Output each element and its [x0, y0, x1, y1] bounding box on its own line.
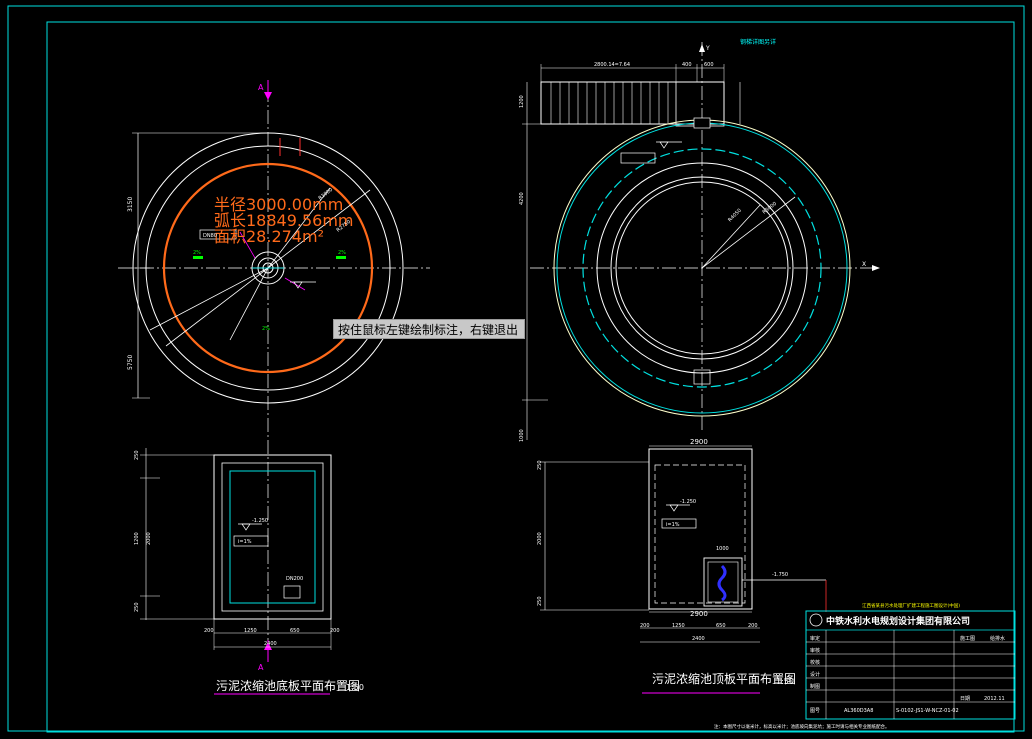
area-readout: 面积28.274m² — [214, 227, 324, 246]
right-tank-scale: 1:50 — [776, 677, 794, 686]
right-tank-dim-side-1: 250 — [537, 460, 543, 470]
right-tank-bottom-width: 2900 — [690, 610, 708, 618]
row-label-4: 设计 — [810, 671, 820, 678]
dim-600: 600 — [704, 62, 714, 68]
drawing-no-label: 图号 — [810, 708, 820, 714]
right-tank-dim-side-2: 2000 — [537, 532, 543, 545]
left-tank-dim-bottom-4: 200 — [330, 628, 340, 634]
company-name: 中铁水利水电规划设计集团有限公司 — [826, 615, 970, 627]
right-tank-total-width: 2400 — [692, 636, 705, 642]
right-radius-label-1: R4050 — [727, 208, 743, 224]
left-tank-small-label: DN200 — [286, 576, 303, 582]
dim-1000: 1000 — [519, 429, 525, 442]
stage-field: 施工图 — [960, 635, 975, 642]
right-plan-view — [522, 42, 880, 440]
slope-down: 2% — [262, 326, 270, 332]
right-tank-plan — [540, 445, 827, 694]
right-tank-dim-bottom-3: 650 — [716, 623, 726, 629]
right-tank-top-width: 2900 — [690, 438, 708, 446]
dim-4200: 4200 — [519, 192, 525, 205]
dim-top-left: 3150 — [127, 197, 134, 212]
right-tank-sump-level: -1.750 — [772, 572, 788, 578]
section-marker-a-top: A — [258, 83, 264, 92]
date-value: 2012.11 — [984, 696, 1005, 702]
right-tank-note: i=1% — [666, 522, 680, 528]
left-tank-marker-a: A — [258, 663, 264, 672]
right-tank-caption: 污泥浓缩池顶板平面布置图 — [652, 671, 796, 686]
cad-drawing-canvas[interactable]: A 半径3000.00mm 弧长18849.56mm 面积28.274m² 31… — [0, 0, 1032, 739]
date-label: 日期 — [960, 696, 970, 702]
slope-left: 2% — [193, 250, 201, 256]
left-tank-dim-side-2: 1200 — [134, 532, 140, 545]
right-tank-level: -1.250 — [680, 499, 696, 505]
code-label: AL360D3A8 — [844, 708, 873, 714]
left-tank-caption: 污泥浓缩池底板平面布置图 — [216, 678, 360, 693]
drawing-no: S-0102-JS1-W-NCZ-01-02 — [896, 708, 959, 714]
dim-400: 400 — [682, 62, 692, 68]
right-tank-dim-bottom-2: 1250 — [672, 623, 685, 629]
left-tank-note: i=1% — [238, 539, 252, 545]
left-tank-plan — [140, 448, 332, 695]
left-tank-dim-bottom-1: 200 — [204, 628, 214, 634]
left-tank-level: -1.250 — [252, 518, 268, 524]
row-label-5: 制图 — [810, 683, 820, 690]
left-tank-scale: 1:50 — [346, 683, 364, 692]
right-tank-dim-bottom-1: 200 — [640, 623, 650, 629]
slope-right: 2% — [338, 250, 346, 256]
footer-note: 注：本图尺寸以毫米计，标高以米计；池底坡向集泥坑；施工时请与相关专业图纸配合。 — [714, 723, 890, 730]
left-tank-total-width: 2400 — [264, 641, 277, 647]
row-label-2: 审核 — [810, 647, 820, 654]
dim-stair: 2800.14=7.64 — [594, 62, 630, 68]
right-radius-label-2: R3000 — [762, 201, 778, 216]
axis-y-label: Y — [705, 45, 710, 52]
stair-detail-note: 钢梯详图另详 — [740, 38, 776, 46]
left-tank-dim-side-1: 250 — [134, 450, 140, 460]
left-tank-dim-bottom-3: 650 — [290, 628, 300, 634]
pipe-label: DN80 — [203, 233, 217, 239]
right-tank-dim-bottom-4: 200 — [748, 623, 758, 629]
right-tank-sump-dim: 1000 — [716, 546, 729, 552]
row-label-3: 校核 — [810, 659, 820, 666]
axis-x-label: X — [862, 261, 866, 268]
left-tank-dim-bottom-2: 1250 — [244, 628, 257, 634]
company-logo-icon — [809, 613, 823, 627]
title-block — [805, 610, 1016, 720]
command-tooltip: 按住鼠标左键绘制标注，右键退出 — [333, 319, 525, 339]
left-tank-dim-side-3: 2000 — [146, 532, 152, 545]
left-plan-view — [118, 80, 430, 662]
major-field: 给排水 — [990, 635, 1005, 642]
left-tank-dim-side-4: 250 — [134, 602, 140, 612]
dim-bottom-left: 5750 — [127, 355, 134, 370]
right-tank-dim-side-3: 250 — [537, 596, 543, 606]
row-label-1: 审定 — [810, 635, 820, 642]
project-line: 江西省某县污水处理厂扩建工程施工图设计(中国) — [862, 602, 960, 609]
dim-height: 1200 — [519, 95, 525, 108]
